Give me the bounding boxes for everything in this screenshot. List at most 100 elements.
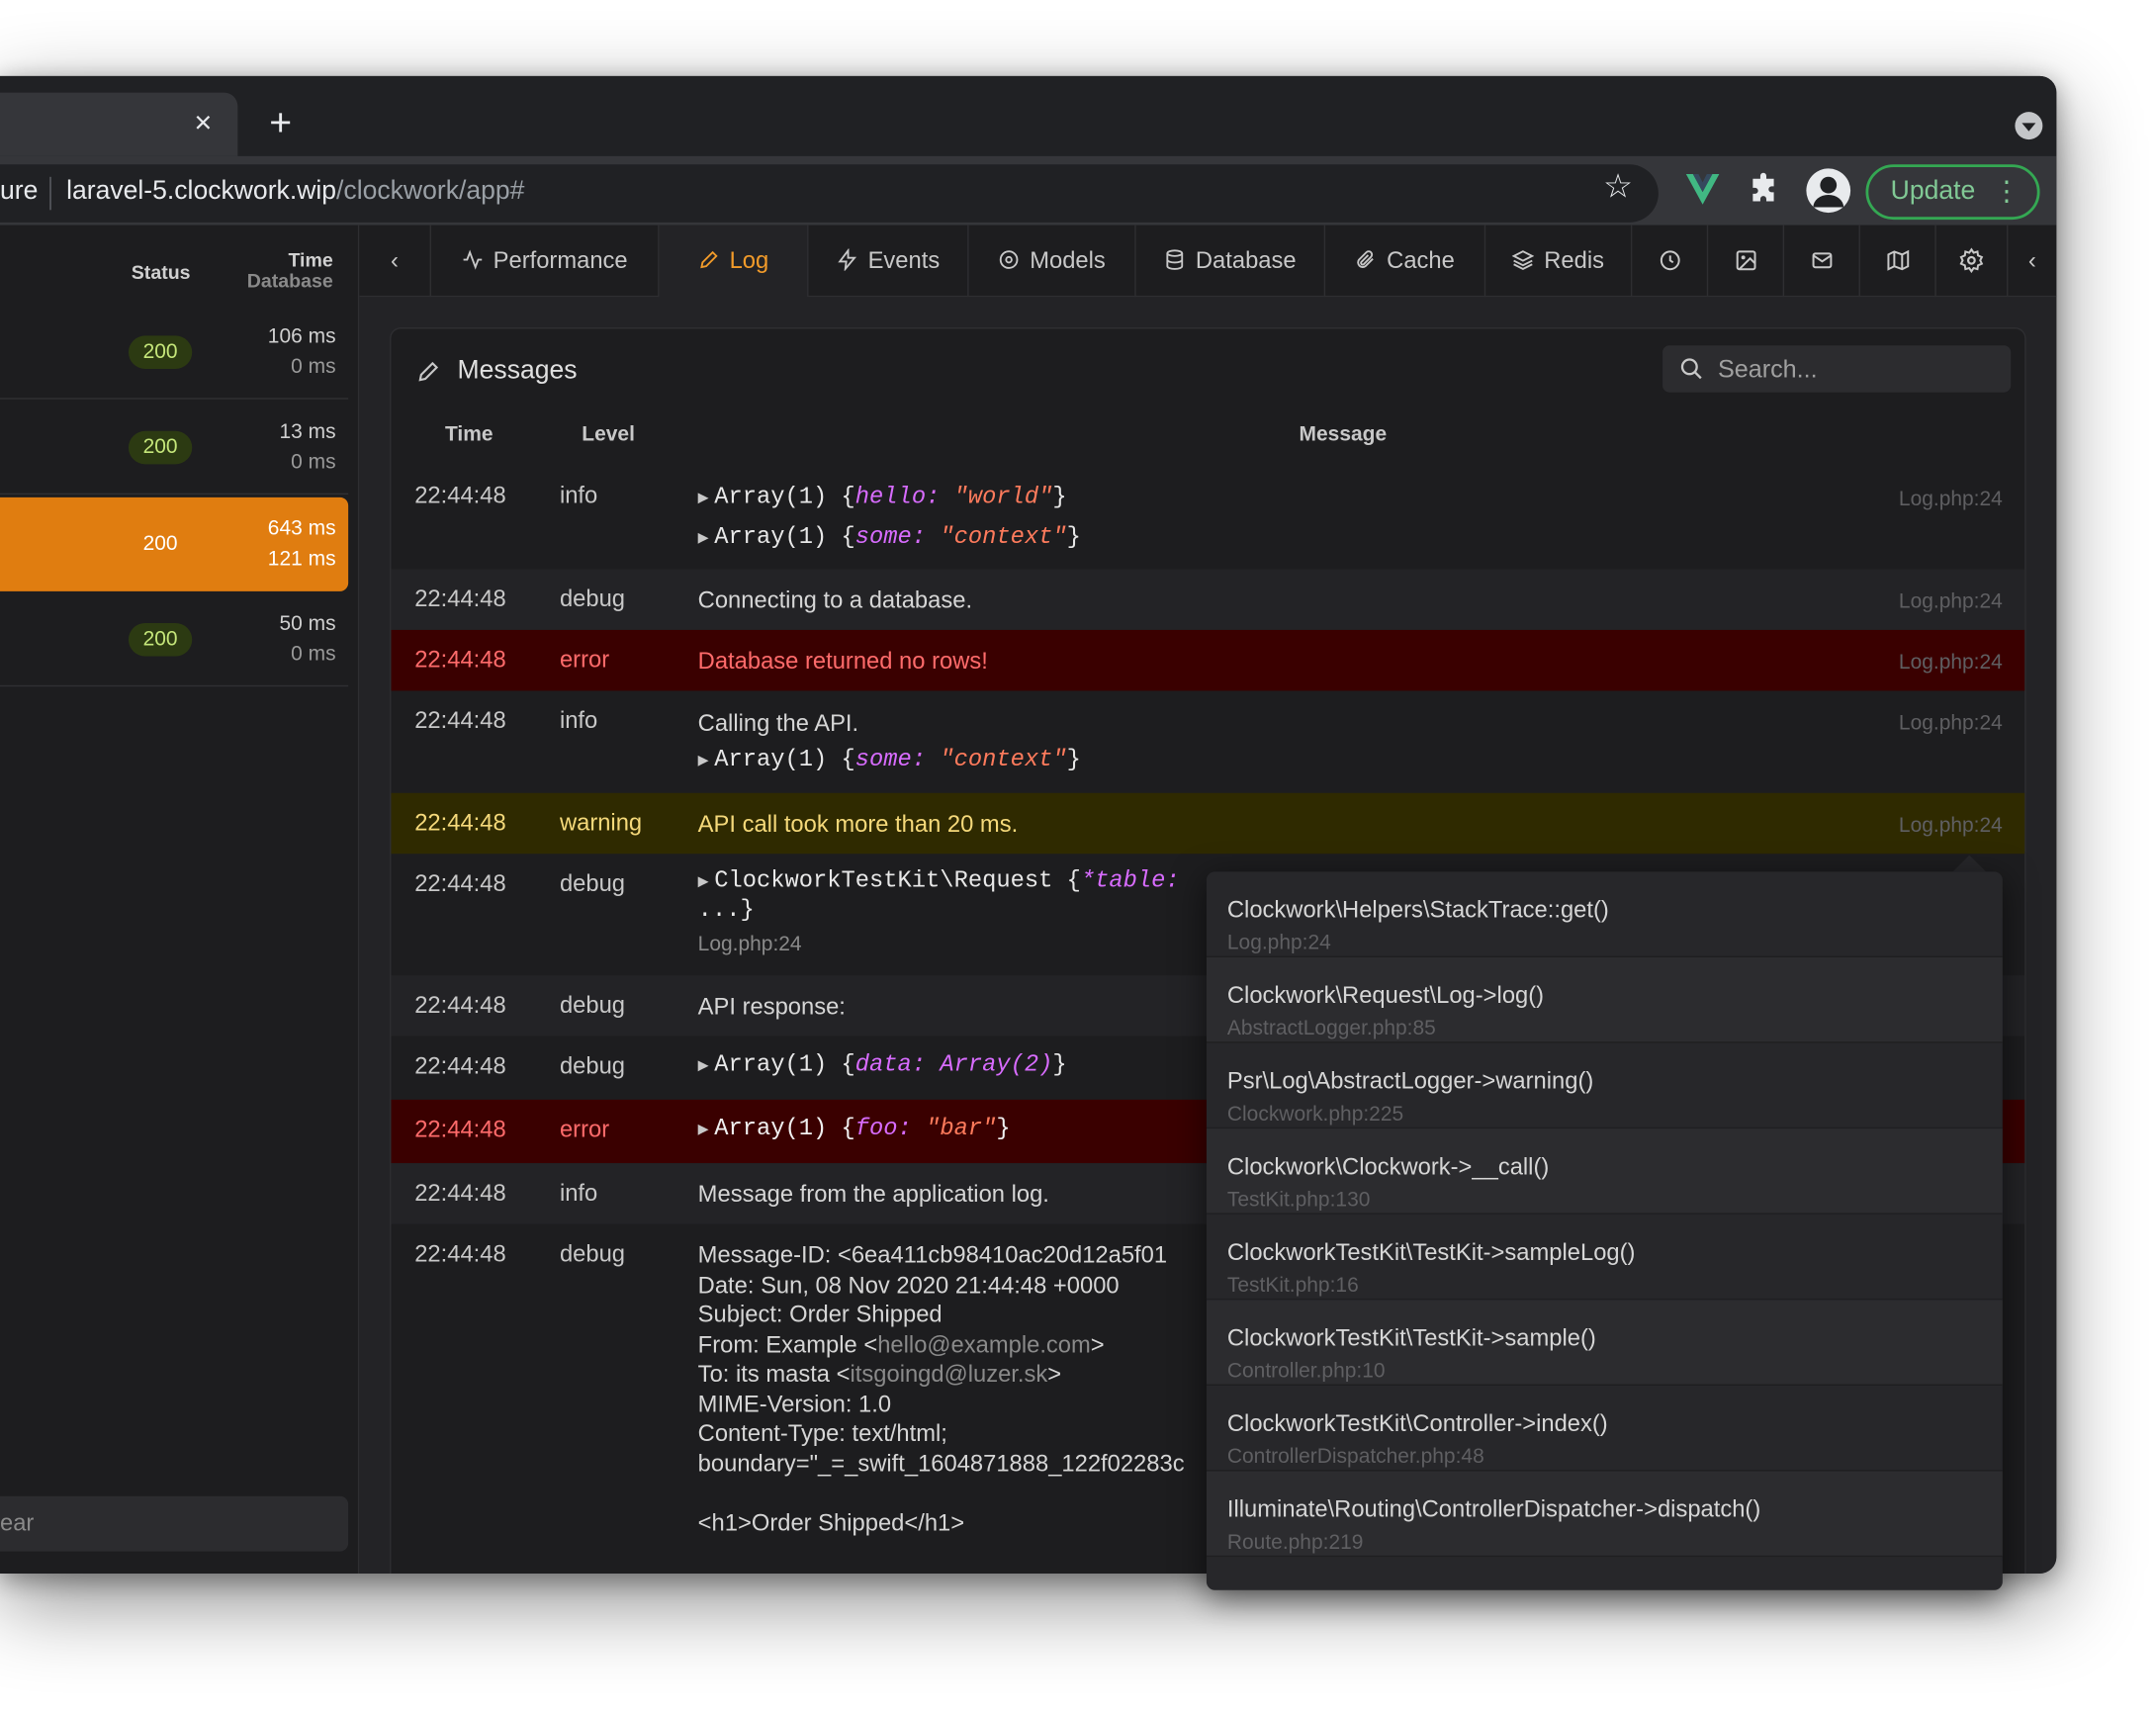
- log-row-warning[interactable]: 22:44:48 warning API call took more than…: [391, 792, 2025, 855]
- address-url[interactable]: laravel-5.clockwork.wip/clockwork/app#: [66, 177, 524, 208]
- log-file[interactable]: Log.php:24: [1899, 711, 2003, 735]
- stack-frame[interactable]: ClockworkTestKit\TestKit->sampleLog() Te…: [1206, 1215, 2003, 1301]
- log-file[interactable]: Log.php:24: [1899, 814, 2003, 838]
- expand-triangle-icon[interactable]: ▶: [698, 750, 709, 770]
- log-level: debug: [559, 1052, 626, 1079]
- expand-triangle-icon[interactable]: ▶: [698, 528, 709, 549]
- log-level: warning: [559, 809, 643, 837]
- tab-label: Redis: [1544, 247, 1605, 274]
- browser-menu-icon[interactable]: ⋮: [1993, 167, 2021, 217]
- frame-file: Route.php:219: [1226, 1530, 1364, 1555]
- log-row[interactable]: 22:44:48 debug Connecting to a database.…: [391, 569, 2025, 630]
- log-level: debug: [559, 586, 626, 612]
- new-tab-icon[interactable]: +: [263, 103, 299, 145]
- log-row[interactable]: 22:44:48 info ▶ Array(1) {hello: "world"}…: [391, 464, 2024, 569]
- array-toggle[interactable]: ▶ Array(1) {hello: "world"}: [698, 478, 1081, 518]
- requests-search-input[interactable]: ear: [0, 1495, 349, 1552]
- zap-icon: [838, 248, 857, 271]
- array-toggle[interactable]: ▶ Array(1) {data: Array(2)}: [698, 1051, 1067, 1081]
- tab-label: Performance: [493, 247, 628, 274]
- request-time: 643 ms: [267, 516, 336, 541]
- vue-devtools-icon[interactable]: [1683, 170, 1722, 209]
- stack-frame[interactable]: Psr\Log\AbstractLogger->warning() Clockw…: [1206, 1043, 2003, 1129]
- tab-database[interactable]: Database: [1136, 225, 1326, 298]
- stack-frame[interactable]: Clockwork\Request\Log->log() AbstractLog…: [1206, 956, 2003, 1043]
- log-file[interactable]: Log.php:24: [1899, 651, 2003, 675]
- image-icon: [1736, 250, 1755, 271]
- log-level: debug: [559, 991, 626, 1019]
- array-toggle[interactable]: ▶ Array(1) {some: "context"}: [698, 742, 1081, 779]
- stack-frame[interactable]: Clockwork\Clockwork->__call() TestKit.ph…: [1206, 1128, 2003, 1215]
- log-message: Database returned no rows!: [697, 648, 988, 675]
- array-toggle[interactable]: ▶ Array(1) {foo: "bar"}: [698, 1115, 1011, 1144]
- expand-triangle-icon[interactable]: ▶: [698, 871, 709, 892]
- request-row[interactable]: 200 50 ms 0 ms: [0, 592, 349, 687]
- request-timing: 13 ms 0 ms: [279, 417, 335, 478]
- profile-avatar-icon[interactable]: [1806, 168, 1851, 214]
- database-icon: [1166, 249, 1184, 270]
- address-bar[interactable]: ure laravel-5.clockwork.wip/clockwork/ap…: [0, 164, 1659, 223]
- tab-cache[interactable]: Cache: [1325, 225, 1486, 298]
- expand-triangle-icon[interactable]: ▶: [698, 1119, 709, 1139]
- log-message: ▶ ClockworkTestKit\Request {*table:...} Lo…: [698, 867, 1180, 958]
- log-row-error[interactable]: 22:44:48 error Database returned no rows…: [391, 629, 2025, 691]
- tab-models[interactable]: Models: [969, 225, 1136, 298]
- log-message: ▶ Array(1) {hello: "world"} ▶ Array(1) {som…: [698, 478, 1081, 558]
- tab-routes[interactable]: [1860, 225, 1936, 298]
- status-badge: 200: [128, 430, 193, 465]
- stack-trace-popover: Clockwork\Helpers\StackTrace::get() Log.…: [1206, 871, 2003, 1590]
- tab-timeline[interactable]: [1632, 225, 1709, 298]
- popover-arrow: [1952, 855, 1987, 872]
- tab-views[interactable]: [1708, 225, 1785, 298]
- log-file[interactable]: Log.php:24: [1899, 488, 2003, 511]
- security-label[interactable]: ure: [0, 177, 38, 208]
- frame-file: TestKit.php:16: [1226, 1273, 1359, 1298]
- panel-tabs: ‹ Performance Log Events Models Database…: [359, 225, 2057, 298]
- tab-events[interactable]: Events: [808, 225, 969, 298]
- extensions-puzzle-icon[interactable]: [1747, 171, 1782, 207]
- log-time: 22:44:48: [414, 482, 506, 509]
- request-row[interactable]: 200 106 ms 0 ms: [0, 306, 349, 400]
- tab-settings[interactable]: [1936, 225, 2009, 298]
- stack-frame[interactable]: ClockworkTestKit\TestKit->sample() Contr…: [1206, 1300, 2003, 1386]
- update-button[interactable]: Update ⋮: [1865, 164, 2040, 221]
- tab-search-icon[interactable]: [2015, 112, 2043, 140]
- log-row[interactable]: 22:44:48 info Calling the API. ▶ Array(1) …: [391, 690, 2024, 792]
- stack-frame[interactable]: Illuminate\Routing\ControllerDispatcher-…: [1206, 1471, 2003, 1558]
- tab-performance[interactable]: Performance: [431, 225, 660, 298]
- request-time: 50 ms: [279, 611, 336, 636]
- log-time: 22:44:48: [414, 646, 506, 674]
- collapse-details-chevron-icon[interactable]: ‹: [2008, 225, 2056, 298]
- status-badge: 200: [142, 531, 178, 556]
- log-message: ▶ Array(1) {foo: "bar"}: [698, 1115, 1011, 1144]
- search-input[interactable]: [1717, 345, 1995, 393]
- log-file[interactable]: Log.php:24: [1899, 589, 2003, 613]
- messages-search[interactable]: [1662, 345, 2012, 393]
- collapse-sidebar-chevron-icon[interactable]: ‹: [359, 225, 431, 298]
- tab-label: Database: [1195, 247, 1297, 274]
- frame-call: Illuminate\Routing\ControllerDispatcher-…: [1226, 1495, 1761, 1523]
- request-timing: 643 ms 121 ms: [268, 514, 336, 575]
- tab-log[interactable]: Log: [659, 225, 809, 298]
- stack-frame[interactable]: ClockworkTestKit\Controller->index() Con…: [1206, 1386, 2003, 1472]
- expand-triangle-icon[interactable]: ▶: [698, 1055, 709, 1076]
- log-level: debug: [559, 1240, 626, 1267]
- tab-emails[interactable]: [1784, 225, 1860, 298]
- close-tab-icon[interactable]: ×: [188, 107, 219, 138]
- log-file-inline[interactable]: Log.php:24: [698, 930, 1180, 958]
- request-row[interactable]: 200 13 ms 0 ms: [0, 401, 349, 496]
- tab-label: Cache: [1387, 247, 1455, 274]
- request-row-active[interactable]: 200 643 ms 121 ms: [0, 496, 349, 591]
- tab-strip: × +: [0, 75, 2057, 156]
- bookmark-star-icon[interactable]: ☆: [1603, 167, 1633, 208]
- frame-call: Psr\Log\AbstractLogger->warning(): [1226, 1067, 1594, 1095]
- object-toggle[interactable]: ▶ ClockworkTestKit\Request {*table:: [698, 867, 1180, 896]
- tab-label: Log: [729, 247, 769, 274]
- expand-triangle-icon[interactable]: ▶: [698, 488, 709, 508]
- tab-redis[interactable]: Redis: [1485, 225, 1633, 298]
- array-toggle[interactable]: ▶ Array(1) {some: "context"}: [698, 518, 1081, 559]
- frame-file: Log.php:24: [1226, 931, 1331, 955]
- browser-tab[interactable]: ×: [0, 92, 238, 156]
- stack-frame[interactable]: Clockwork\Helpers\StackTrace::get() Log.…: [1206, 871, 2003, 957]
- message-column-header: Message: [1299, 422, 1388, 447]
